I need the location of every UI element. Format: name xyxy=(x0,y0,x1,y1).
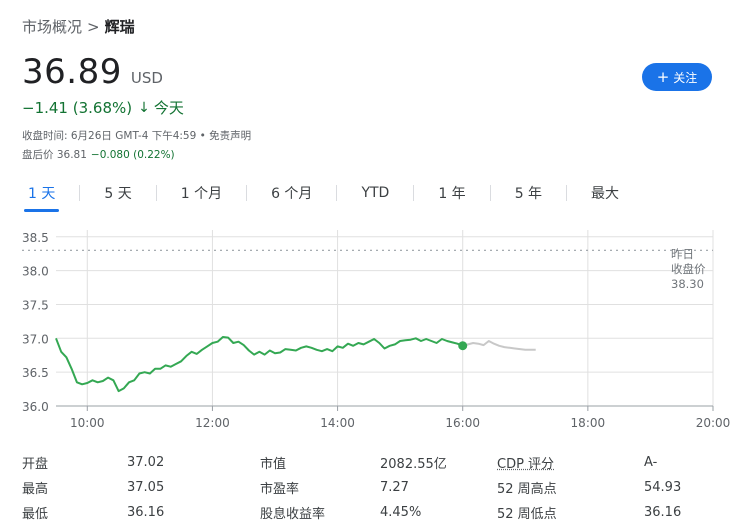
stat-value-52w-low: 36.16 xyxy=(644,505,682,520)
after-hours-label: 盘后价 36.81 xyxy=(22,149,87,161)
current-price: 36.89 xyxy=(22,52,122,92)
tab-6m[interactable]: 6 个月 xyxy=(265,180,318,206)
stat-value-52w-high: 54.93 xyxy=(644,480,682,495)
tab-divider xyxy=(79,185,81,201)
time-range-tabs: 1 天 5 天 1 个月 6 个月 YTD 1 年 5 年 最大 xyxy=(22,180,625,212)
tab-divider xyxy=(155,185,157,201)
price-chart[interactable]: 38.5 38.0 37.5 37.0 36.5 36.0 10:00 12:00 14:00 1… xyxy=(0,222,745,434)
previous-close-label: 38.30 xyxy=(671,277,704,291)
stat-label-high: 最高 xyxy=(22,482,49,497)
stat-value-open: 37.02 xyxy=(127,455,165,470)
tab-divider xyxy=(336,185,338,201)
y-tick-label: 38.0 xyxy=(22,265,49,279)
after-hours-change: −0.080 (0.22%) xyxy=(90,149,175,161)
y-tick-label: 36.0 xyxy=(22,400,49,414)
stat-label-low: 最低 xyxy=(22,507,49,522)
breadcrumb-separator: > xyxy=(87,18,100,36)
change-period: 今天 xyxy=(153,99,184,117)
stat-label-pe-ratio: 市盈率 xyxy=(260,482,300,497)
y-tick-label: 37.0 xyxy=(22,332,49,346)
tab-1m[interactable]: 1 个月 xyxy=(175,180,228,206)
arrow-down-icon: ↓ xyxy=(138,99,150,116)
stat-value-high: 37.05 xyxy=(127,480,165,495)
tab-max[interactable]: 最大 xyxy=(585,180,625,206)
stat-value-pe-ratio: 7.27 xyxy=(380,480,409,495)
tab-5d[interactable]: 5 天 xyxy=(98,180,137,206)
stats-row: 最高 37.05 市盈率 7.27 52 周高点 54.93 xyxy=(22,475,722,500)
stat-value-market-cap: 2082.55亿 xyxy=(380,457,447,472)
close-time-disclaimer: 收盘时间: 6月26日 GMT-4 下午4:59 • 免责声明 xyxy=(22,130,252,142)
series-line-after-hours xyxy=(462,340,536,351)
previous-close-label: 昨日 xyxy=(671,247,694,261)
x-tick-label: 18:00 xyxy=(571,416,606,430)
x-tick-label: 10:00 xyxy=(70,416,105,430)
tab-5y[interactable]: 5 年 xyxy=(509,180,548,206)
tab-ytd[interactable]: YTD xyxy=(355,180,395,206)
key-stats: 开盘 37.02 市值 2082.55亿 CDP 评分 A- 最高 37.05 … xyxy=(22,450,722,525)
x-tick-label: 20:00 xyxy=(696,416,731,430)
y-tick-label: 36.5 xyxy=(22,366,49,380)
y-tick-label: 37.5 xyxy=(22,298,49,312)
stats-row: 最低 36.16 股息收益率 4.45% 52 周低点 36.16 xyxy=(22,500,722,525)
tab-divider xyxy=(246,185,248,201)
stat-value-dividend-yield: 4.45% xyxy=(380,505,422,520)
plus-icon: + xyxy=(656,67,670,86)
x-tick-label: 12:00 xyxy=(195,416,230,430)
x-tick-label: 14:00 xyxy=(320,416,355,430)
price-change-value: −1.41 (3.68%) xyxy=(22,98,133,117)
breadcrumb-current: 辉瑞 xyxy=(104,18,135,36)
stat-label-cdp-score[interactable]: CDP 评分 xyxy=(497,457,554,472)
stat-label-dividend-yield: 股息收益率 xyxy=(260,507,326,522)
currency-label: USD xyxy=(130,69,163,87)
breadcrumb: 市场概况 > 辉瑞 xyxy=(22,16,135,37)
tab-divider xyxy=(413,185,415,201)
stat-label-market-cap: 市值 xyxy=(260,457,287,472)
tab-divider xyxy=(566,185,568,201)
tab-1d[interactable]: 1 天 xyxy=(22,180,61,212)
previous-close-label: 收盘价 xyxy=(671,262,706,276)
breadcrumb-market-link[interactable]: 市场概况 xyxy=(22,18,82,36)
series-line-regular-hours xyxy=(55,336,464,393)
x-tick-label: 16:00 xyxy=(445,416,480,430)
stat-label-52w-high: 52 周高点 xyxy=(497,482,557,497)
tab-divider xyxy=(489,185,491,201)
follow-button-label: 关注 xyxy=(673,70,698,85)
stat-label-open: 开盘 xyxy=(22,457,49,472)
follow-button[interactable]: + 关注 xyxy=(642,63,712,91)
stat-value-cdp-score: A- xyxy=(644,455,658,470)
after-hours-price: 盘后价 36.81 −0.080 (0.22%) xyxy=(22,147,175,162)
price-change: −1.41 (3.68%) ↓ 今天 xyxy=(22,97,184,118)
tab-1y[interactable]: 1 年 xyxy=(432,180,471,206)
stat-label-52w-low: 52 周低点 xyxy=(497,507,557,522)
y-tick-label: 38.5 xyxy=(22,231,49,245)
price-row: 36.89 USD xyxy=(22,52,163,92)
stats-row: 开盘 37.02 市值 2082.55亿 CDP 评分 A- xyxy=(22,450,722,475)
last-price-point xyxy=(458,341,468,351)
stat-value-low: 36.16 xyxy=(127,505,165,520)
